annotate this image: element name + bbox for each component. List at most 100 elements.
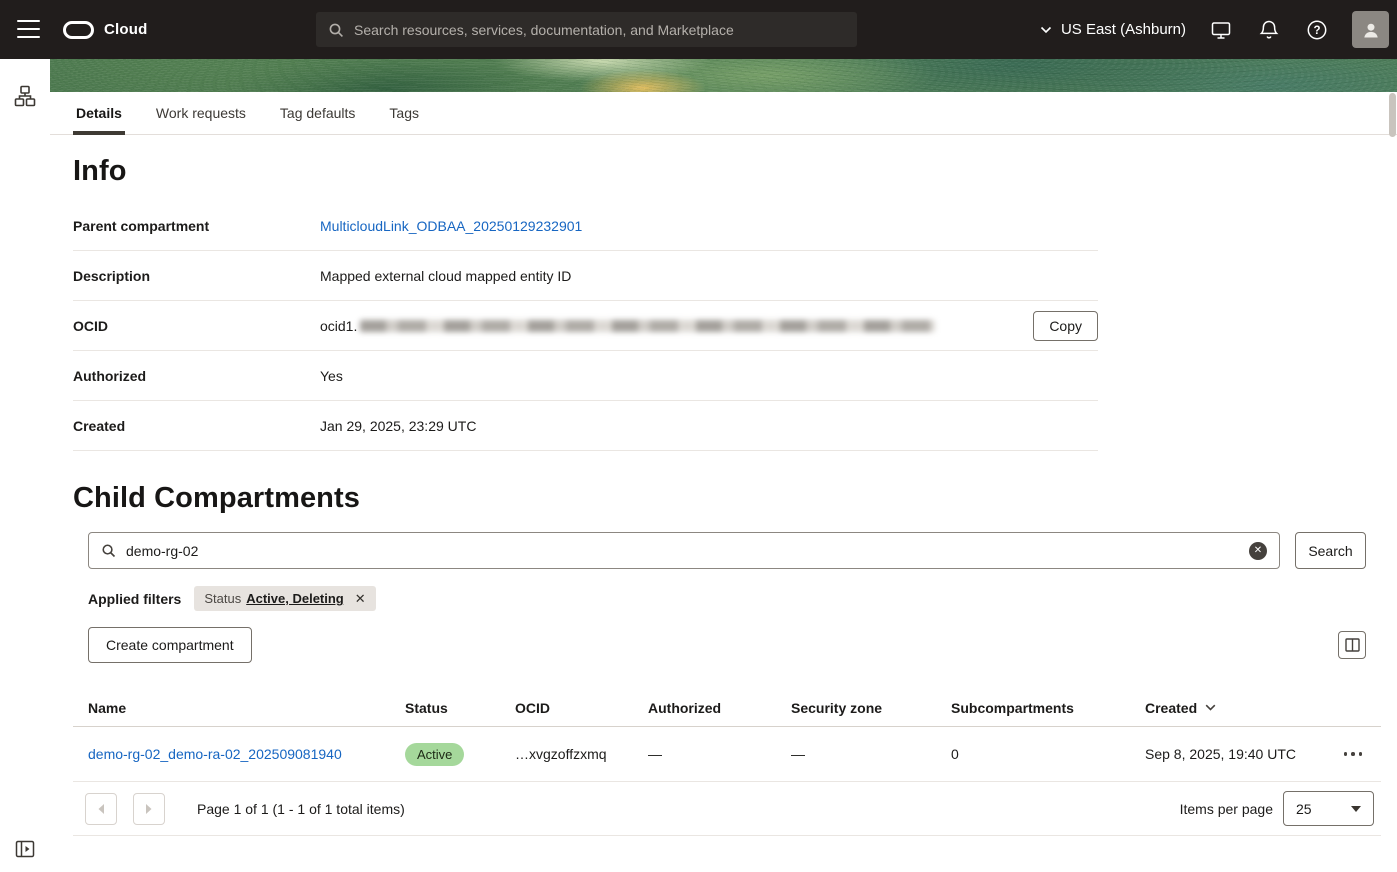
create-compartment-button[interactable]: Create compartment xyxy=(88,627,252,663)
column-header-name: Name xyxy=(88,700,405,716)
table-row: demo-rg-02_demo-ra-02_202509081940 Activ… xyxy=(73,727,1381,782)
pagination-bar: Page 1 of 1 (1 - 1 of 1 total items) Ite… xyxy=(73,782,1381,836)
cell-subcompartments: 0 xyxy=(951,746,1145,762)
expand-panel-button[interactable] xyxy=(13,838,37,860)
cell-created: Sep 8, 2025, 19:40 UTC xyxy=(1145,746,1335,762)
column-header-authorized: Authorized xyxy=(648,700,791,716)
top-navigation-bar: Cloud US East (Ashburn) ? xyxy=(0,0,1397,59)
vertical-scrollbar-thumb[interactable] xyxy=(1389,93,1396,137)
info-value: MulticloudLink_ODBAA_20250129232901 xyxy=(320,218,1098,234)
hamburger-menu-button[interactable] xyxy=(17,20,40,38)
previous-page-button[interactable] xyxy=(85,793,117,825)
search-button[interactable]: Search xyxy=(1295,532,1366,569)
person-icon xyxy=(1360,19,1382,41)
columns-icon xyxy=(1345,638,1360,652)
compartments-icon xyxy=(13,84,37,108)
oracle-cloud-home-link[interactable]: Cloud xyxy=(63,0,148,59)
left-sidebar xyxy=(0,59,50,872)
cell-name: demo-rg-02_demo-ra-02_202509081940 xyxy=(88,746,405,762)
applied-filters-row: Applied filters Status Active, Deleting … xyxy=(88,586,1366,611)
column-header-status: Status xyxy=(405,700,515,716)
cell-authorized: — xyxy=(648,746,791,762)
info-value: Mapped external cloud mapped entity ID xyxy=(320,268,1098,284)
table-actions-row: Create compartment xyxy=(88,627,1366,663)
notifications-button[interactable] xyxy=(1256,17,1282,43)
info-row-authorized: Authorized Yes xyxy=(73,351,1098,401)
user-menu-avatar[interactable] xyxy=(1352,11,1389,48)
brand-label: Cloud xyxy=(104,21,148,38)
column-header-security-zone: Security zone xyxy=(791,700,951,716)
sort-chevron-down-icon xyxy=(1205,704,1216,711)
parent-compartment-link[interactable]: MulticloudLink_ODBAA_20250129232901 xyxy=(320,218,582,234)
chevron-left-icon xyxy=(97,803,105,815)
column-header-ocid: OCID xyxy=(515,700,648,716)
tab-details[interactable]: Details xyxy=(73,92,125,134)
cloud-shell-button[interactable] xyxy=(1208,17,1234,43)
search-icon xyxy=(101,543,116,558)
filter-chip-name: Status xyxy=(204,591,241,606)
child-compartments-panel: ✕ Search Applied filters Status Active, … xyxy=(73,532,1381,836)
applied-filters-label: Applied filters xyxy=(88,591,181,607)
region-label: US East (Ashburn) xyxy=(1061,21,1186,38)
bell-icon xyxy=(1259,19,1279,41)
svg-text:?: ? xyxy=(1313,25,1320,37)
tab-tags[interactable]: Tags xyxy=(386,92,422,134)
copy-ocid-button[interactable]: Copy xyxy=(1033,311,1098,341)
info-value: ocid1. Copy xyxy=(320,311,1098,341)
tab-tag-defaults[interactable]: Tag defaults xyxy=(277,92,359,134)
compartment-hero-banner xyxy=(50,59,1397,92)
info-label: Parent compartment xyxy=(73,218,320,234)
column-header-created-label: Created xyxy=(1145,700,1197,716)
compartments-nav-button[interactable] xyxy=(12,83,38,109)
info-label: Authorized xyxy=(73,368,320,384)
info-row-created: Created Jan 29, 2025, 23:29 UTC xyxy=(73,401,1098,451)
remove-filter-icon[interactable]: ✕ xyxy=(355,591,366,607)
info-section-title: Info xyxy=(73,155,1397,188)
chevron-down-icon xyxy=(1040,26,1052,34)
info-value: Jan 29, 2025, 23:29 UTC xyxy=(320,418,1098,434)
pagination-summary: Page 1 of 1 (1 - 1 of 1 total items) xyxy=(197,801,405,817)
search-icon xyxy=(328,22,344,38)
help-button[interactable]: ? xyxy=(1304,17,1330,43)
filter-chip-value[interactable]: Active, Deleting xyxy=(246,591,344,606)
caret-down-icon xyxy=(1351,806,1361,812)
next-page-button[interactable] xyxy=(133,793,165,825)
compartment-search-row: ✕ Search xyxy=(88,532,1366,569)
monitor-icon xyxy=(1210,19,1232,41)
help-icon: ? xyxy=(1306,19,1328,41)
table-header-row: Name Status OCID Authorized Security zon… xyxy=(73,689,1381,727)
info-row-description: Description Mapped external cloud mapped… xyxy=(73,251,1098,301)
global-search-input[interactable] xyxy=(354,22,845,38)
cell-security-zone: — xyxy=(791,746,951,762)
items-per-page-label: Items per page xyxy=(1180,801,1273,817)
tab-work-requests[interactable]: Work requests xyxy=(153,92,249,134)
info-label: OCID xyxy=(73,318,320,334)
compartment-search-box[interactable]: ✕ xyxy=(88,532,1280,569)
global-search[interactable] xyxy=(316,12,857,47)
cell-status: Active xyxy=(405,743,515,766)
info-row-parent-compartment: Parent compartment MulticloudLink_ODBAA_… xyxy=(73,201,1098,251)
main-content: Details Work requests Tag defaults Tags … xyxy=(50,92,1397,872)
region-selector[interactable]: US East (Ashburn) xyxy=(1040,21,1186,38)
manage-columns-button[interactable] xyxy=(1338,631,1366,659)
clear-search-button[interactable]: ✕ xyxy=(1249,542,1267,560)
column-header-created-sort[interactable]: Created xyxy=(1145,700,1335,716)
info-label: Description xyxy=(73,268,320,284)
compartment-search-input[interactable] xyxy=(126,543,1239,559)
info-label: Created xyxy=(73,418,320,434)
items-per-page-select[interactable]: 25 xyxy=(1283,791,1374,826)
header-right-cluster: US East (Ashburn) ? xyxy=(1040,0,1389,59)
tab-bar: Details Work requests Tag defaults Tags xyxy=(50,92,1397,135)
compartment-name-link[interactable]: demo-rg-02_demo-ra-02_202509081940 xyxy=(88,746,342,762)
items-per-page-value: 25 xyxy=(1296,801,1312,817)
chevron-right-icon xyxy=(145,803,153,815)
row-actions-menu-icon[interactable] xyxy=(1335,727,1366,781)
child-compartments-title: Child Compartments xyxy=(73,482,1397,515)
status-filter-chip: Status Active, Deleting ✕ xyxy=(194,586,375,611)
cell-ocid: …xvgzoffzxmq xyxy=(515,746,648,762)
column-header-subcompartments: Subcompartments xyxy=(951,700,1145,716)
ocid-redacted-blur xyxy=(360,320,935,332)
oracle-logo-icon xyxy=(63,21,94,39)
info-row-ocid: OCID ocid1. Copy xyxy=(73,301,1098,351)
panel-expand-icon xyxy=(15,840,35,858)
